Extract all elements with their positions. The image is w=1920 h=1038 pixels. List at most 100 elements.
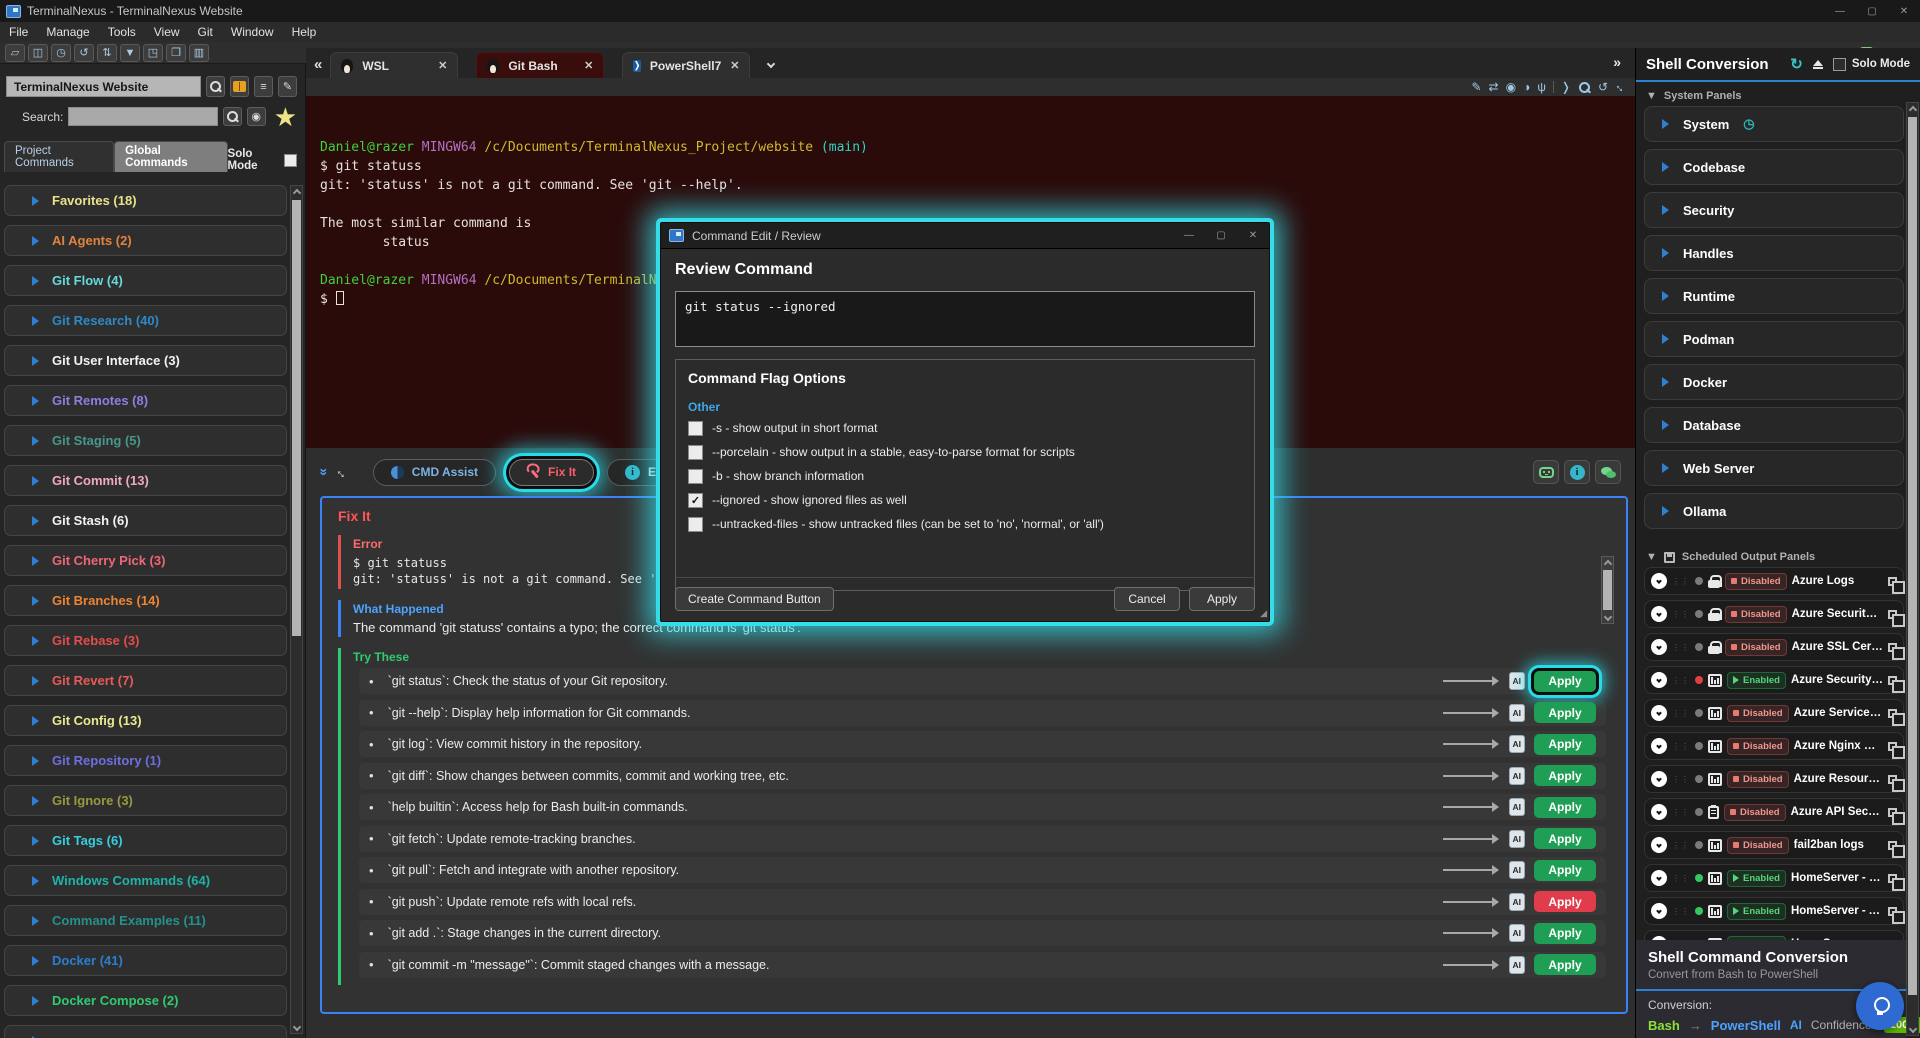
solo-mode-checkbox[interactable] bbox=[284, 154, 297, 167]
info-button[interactable]: i bbox=[1564, 460, 1590, 484]
system-panel-ollama[interactable]: Ollama bbox=[1644, 493, 1904, 529]
category-item[interactable]: Git Remotes (8) bbox=[4, 385, 287, 416]
category-item[interactable]: Command Examples (11) bbox=[4, 905, 287, 936]
scroll-down-icon[interactable] bbox=[291, 1020, 302, 1033]
expand-panel-icon[interactable]: ↔ bbox=[332, 462, 352, 482]
scroll-thumb[interactable] bbox=[1603, 570, 1612, 610]
edit-icon[interactable]: ✎ bbox=[1471, 80, 1481, 94]
list-icon[interactable]: ≡ bbox=[254, 76, 273, 97]
category-item[interactable]: Git Repository (1) bbox=[4, 745, 287, 776]
scroll-down-icon[interactable] bbox=[1602, 610, 1613, 623]
category-item[interactable]: AI Agents (2) bbox=[4, 225, 287, 256]
open-folder-icon[interactable]: ▱ bbox=[5, 44, 25, 62]
swap-icon[interactable]: ⇄ bbox=[1489, 80, 1499, 94]
book-icon[interactable] bbox=[230, 76, 249, 97]
scroll-up-icon[interactable] bbox=[291, 186, 302, 199]
history-icon[interactable]: ↺ bbox=[1598, 80, 1608, 94]
command-textarea[interactable]: git status --ignored bbox=[675, 291, 1255, 347]
category-item[interactable]: Favorites (18) bbox=[4, 185, 287, 216]
scheduled-panel-row[interactable]: ⋮⋮DisabledAzure API Security bbox=[1644, 798, 1904, 826]
dialog-close-button[interactable]: ✕ bbox=[1237, 223, 1269, 249]
terminal-tab-powershell7[interactable]: ❭PowerShell7✕ bbox=[622, 52, 750, 78]
menu-manage[interactable]: Manage bbox=[37, 22, 98, 42]
copy-icon[interactable] bbox=[1888, 808, 1897, 817]
pencil-icon[interactable]: ✎ bbox=[278, 76, 297, 97]
apply-suggestion-button[interactable]: Apply bbox=[1534, 828, 1596, 849]
search-icon[interactable] bbox=[223, 107, 242, 126]
system-panel-podman[interactable]: Podman bbox=[1644, 321, 1904, 357]
cmd-assist-button[interactable]: CMD Assist bbox=[373, 459, 496, 486]
copy-window-icon[interactable]: ❐ bbox=[166, 44, 186, 62]
category-item[interactable]: Git Ignore (3) bbox=[4, 785, 287, 816]
apply-suggestion-button[interactable]: Apply bbox=[1534, 891, 1596, 912]
apply-suggestion-button[interactable]: Apply bbox=[1534, 765, 1596, 786]
apply-suggestion-button[interactable]: Apply bbox=[1534, 954, 1596, 975]
chat-button[interactable] bbox=[1595, 460, 1621, 484]
sort-icon[interactable]: ⇅ bbox=[97, 44, 117, 62]
scheduled-panel-row[interactable]: ⋮⋮EnabledHomeServer - BackInTi... bbox=[1644, 864, 1904, 892]
expand-chevron-icon[interactable] bbox=[1651, 771, 1667, 787]
category-item[interactable]: Windows Commands (64) bbox=[4, 865, 287, 896]
copy-icon[interactable] bbox=[1888, 907, 1897, 916]
project-name-field[interactable]: TerminalNexus Website bbox=[6, 76, 201, 97]
tab-close-icon[interactable]: ✕ bbox=[584, 59, 593, 72]
scheduled-panel-row[interactable]: ⋮⋮DisabledAzure Resource Moni... bbox=[1644, 765, 1904, 793]
apply-suggestion-button[interactable]: Apply bbox=[1534, 671, 1596, 692]
category-item[interactable]: Docker Compose (2) bbox=[4, 985, 287, 1016]
tab-global-commands[interactable]: Global Commands bbox=[114, 141, 227, 172]
expand-chevron-icon[interactable] bbox=[1651, 639, 1667, 655]
system-panel-web-server[interactable]: Web Server bbox=[1644, 450, 1904, 486]
copy-icon[interactable] bbox=[1888, 709, 1897, 718]
terminal-tab-git-bash[interactable]: Git Bash✕ bbox=[476, 52, 604, 78]
apply-button[interactable]: Apply bbox=[1189, 587, 1255, 611]
drag-handle-icon[interactable]: ⋮⋮ bbox=[1672, 676, 1690, 685]
copy-icon[interactable] bbox=[1888, 577, 1897, 586]
copy-icon[interactable] bbox=[1888, 841, 1897, 850]
expand-chevron-icon[interactable] bbox=[1651, 837, 1667, 853]
flag-checkbox[interactable]: ✓ bbox=[688, 493, 703, 508]
scroll-thumb[interactable] bbox=[1908, 117, 1917, 995]
category-item[interactable]: Git Flow (4) bbox=[4, 265, 287, 296]
drag-handle-icon[interactable]: ⋮⋮ bbox=[1672, 577, 1690, 586]
scheduled-panel-row[interactable]: ⋮⋮EnabledHomeServer - Access L... bbox=[1644, 897, 1904, 925]
expand-chevron-icon[interactable] bbox=[1651, 870, 1667, 886]
dialog-maximize-button[interactable]: ▢ bbox=[1205, 223, 1237, 249]
category-item[interactable]: Git Revert (7) bbox=[4, 665, 287, 696]
scheduled-panel-row[interactable]: ⋮⋮DisabledAzure SSL Cert Valida... bbox=[1644, 633, 1904, 661]
category-item[interactable]: Git Staging (5) bbox=[4, 425, 287, 456]
system-panels-header[interactable]: ▼ System Panels bbox=[1636, 82, 1920, 106]
scroll-down-icon[interactable] bbox=[1907, 1022, 1918, 1035]
drag-handle-icon[interactable]: ⋮⋮ bbox=[1672, 841, 1690, 850]
category-item[interactable]: Git Rebase (3) bbox=[4, 625, 287, 656]
category-item[interactable]: Git Config (13) bbox=[4, 705, 287, 736]
close-button[interactable]: ✕ bbox=[1888, 0, 1920, 22]
expand-chevron-icon[interactable] bbox=[1651, 672, 1667, 688]
tab-close-icon[interactable]: ✕ bbox=[730, 59, 739, 72]
system-panel-handles[interactable]: Handles bbox=[1644, 235, 1904, 271]
scroll-up-icon[interactable] bbox=[1602, 557, 1613, 570]
category-item[interactable]: Docker (41) bbox=[4, 945, 287, 976]
copy-icon[interactable] bbox=[1888, 643, 1897, 652]
tab-list-dropdown-icon[interactable] bbox=[768, 56, 774, 70]
panel-collapse-right-icon[interactable]: » bbox=[1613, 54, 1621, 70]
contrast-icon[interactable]: ◑ bbox=[1523, 80, 1530, 94]
expand-chevron-icon[interactable] bbox=[1651, 606, 1667, 622]
split-columns-icon[interactable]: ◫ bbox=[28, 44, 48, 62]
right-sidebar-scrollbar[interactable] bbox=[1906, 102, 1919, 1036]
drag-handle-icon[interactable]: ⋮⋮ bbox=[1672, 874, 1690, 883]
scheduled-panel-row[interactable]: ⋮⋮DisabledAzure Service Health... bbox=[1644, 699, 1904, 727]
expand-icon[interactable]: ↔ bbox=[1612, 78, 1630, 96]
menu-window[interactable]: Window bbox=[222, 22, 283, 42]
refresh-icon[interactable]: ↻ bbox=[1790, 55, 1803, 73]
expand-chevron-icon[interactable] bbox=[1651, 738, 1667, 754]
solo-mode-checkbox[interactable] bbox=[1833, 58, 1846, 71]
scheduled-panel-row[interactable]: ⋮⋮DisabledAzure Security Check bbox=[1644, 600, 1904, 628]
favorites-star-icon[interactable]: ★ bbox=[274, 107, 297, 127]
system-panel-database[interactable]: Database bbox=[1644, 407, 1904, 443]
category-item[interactable]: Git User Interface (3) bbox=[4, 345, 287, 376]
search-icon[interactable] bbox=[1578, 81, 1591, 94]
apply-suggestion-button[interactable]: Apply bbox=[1534, 734, 1596, 755]
copy-icon[interactable] bbox=[1888, 676, 1897, 685]
apply-suggestion-button[interactable]: Apply bbox=[1534, 923, 1596, 944]
category-item[interactable]: Git Research (40) bbox=[4, 305, 287, 336]
